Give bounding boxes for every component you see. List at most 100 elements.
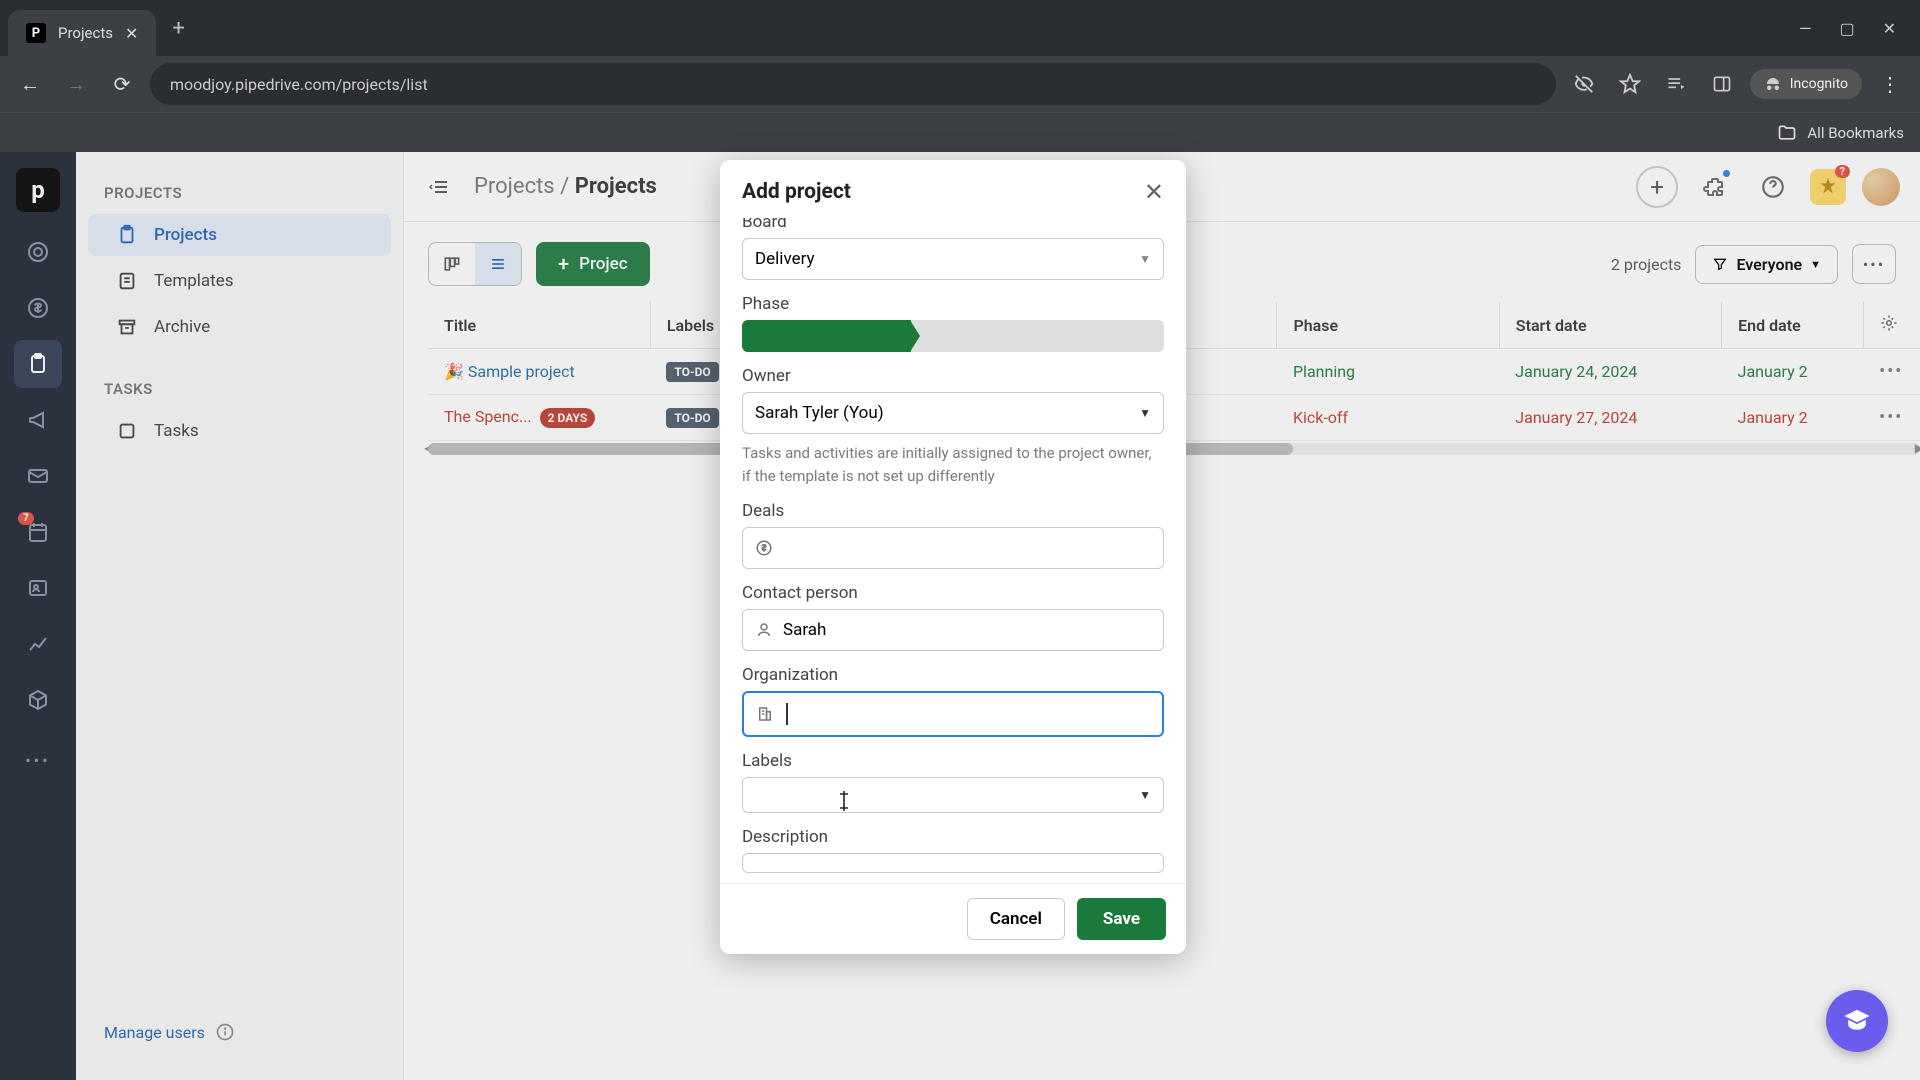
rail-projects-icon[interactable]: [14, 340, 62, 388]
field-labels: Labels ▼: [742, 751, 1164, 813]
tab-close-icon[interactable]: ✕: [125, 24, 138, 43]
rail-more-icon[interactable]: •••: [14, 736, 62, 784]
cancel-button[interactable]: Cancel: [967, 898, 1065, 940]
row-more-icon[interactable]: •••: [1879, 361, 1903, 382]
help-fab[interactable]: [1826, 990, 1888, 1052]
field-organization: Organization: [742, 665, 1164, 737]
rail-activities-icon[interactable]: 7: [14, 508, 62, 556]
view-list-icon[interactable]: [475, 243, 521, 285]
toolbar-more-button[interactable]: •••: [1852, 244, 1896, 284]
phase-text: Kick-off: [1293, 408, 1348, 427]
field-contact: Contact person: [742, 583, 1164, 651]
window-controls: — ▢ ✕: [1799, 19, 1920, 38]
window-close-icon[interactable]: ✕: [1883, 19, 1896, 38]
contact-label: Contact person: [742, 583, 1164, 603]
labels-select[interactable]: ▼: [742, 777, 1164, 813]
contact-text-input[interactable]: [783, 620, 1151, 640]
col-settings[interactable]: [1863, 302, 1920, 349]
organization-input[interactable]: [742, 691, 1164, 737]
incognito-chip[interactable]: Incognito: [1750, 69, 1862, 99]
breadcrumb-parent[interactable]: Projects: [474, 174, 555, 199]
phase-segment[interactable]: [1080, 320, 1164, 352]
deals-input[interactable]: [742, 527, 1164, 569]
col-phase[interactable]: Phase: [1277, 302, 1499, 349]
rail-products-icon[interactable]: [14, 676, 62, 724]
header-avatar[interactable]: [1862, 168, 1900, 206]
col-title[interactable]: Title: [428, 302, 650, 349]
phase-segment[interactable]: [995, 320, 1079, 352]
rail-campaigns-icon[interactable]: [14, 396, 62, 444]
phase-segment[interactable]: [911, 320, 995, 352]
archive-icon: [116, 316, 138, 338]
board-label: Board: [742, 218, 1164, 232]
rail-insights-icon[interactable]: [14, 620, 62, 668]
window-minimize-icon[interactable]: —: [1799, 19, 1812, 38]
phase-progress-bar[interactable]: [742, 320, 1164, 352]
field-board: Board Delivery ▼: [742, 218, 1164, 280]
browser-tab[interactable]: P Projects ✕: [8, 10, 156, 56]
sidebar-collapse-icon[interactable]: [424, 170, 458, 204]
board-select[interactable]: Delivery ▼: [742, 238, 1164, 280]
star-icon[interactable]: [1612, 66, 1648, 102]
field-phase: Phase: [742, 294, 1164, 352]
url-bar[interactable]: moodjoy.pipedrive.com/projects/list: [150, 63, 1556, 105]
eye-off-icon[interactable]: [1566, 66, 1602, 102]
phase-segment[interactable]: [826, 320, 910, 352]
contact-input[interactable]: [742, 609, 1164, 651]
chevron-down-icon: ▼: [1139, 788, 1151, 802]
breadcrumb-current: Projects: [575, 174, 657, 199]
phase-segment[interactable]: [742, 320, 826, 352]
col-start-date[interactable]: Start date: [1499, 302, 1721, 349]
deals-label: Deals: [742, 501, 1164, 521]
new-tab-button[interactable]: +: [156, 16, 200, 41]
template-icon: [116, 270, 138, 292]
save-button[interactable]: Save: [1077, 898, 1166, 940]
incognito-label: Incognito: [1790, 76, 1848, 92]
add-project-button[interactable]: + Projec: [536, 242, 650, 286]
sidebar-item-archive[interactable]: Archive: [88, 306, 391, 348]
modal-title: Add project: [742, 180, 851, 204]
header-promo-icon[interactable]: ?: [1810, 169, 1846, 205]
manage-users-link[interactable]: Manage users: [76, 1006, 403, 1058]
window-maximize-icon[interactable]: ▢: [1839, 19, 1854, 38]
rail-contacts-icon[interactable]: [14, 564, 62, 612]
modal-body[interactable]: Board Delivery ▼ Phase Owner Sarah Tyler…: [720, 218, 1186, 883]
row-more-icon[interactable]: •••: [1879, 407, 1903, 428]
app-logo[interactable]: p: [16, 168, 60, 212]
sidepanel-icon[interactable]: [1704, 66, 1740, 102]
menu-icon[interactable]: ⋮: [1872, 66, 1908, 102]
url-text: moodjoy.pipedrive.com/projects/list: [170, 75, 428, 94]
task-icon: [116, 420, 138, 442]
label-chip: TO-DO: [666, 408, 718, 428]
description-input[interactable]: [742, 853, 1164, 873]
header-extension-icon[interactable]: [1694, 166, 1736, 208]
view-board-icon[interactable]: [429, 243, 475, 285]
nav-reload-icon[interactable]: ⟳: [104, 66, 140, 102]
col-end-date[interactable]: End date: [1722, 302, 1863, 349]
sidebar-item-label: Projects: [154, 225, 217, 245]
playlist-icon[interactable]: [1658, 66, 1694, 102]
phase-text: Planning: [1293, 362, 1355, 381]
project-link[interactable]: Sample project: [468, 362, 575, 381]
project-link[interactable]: The Spenc...: [444, 407, 532, 426]
header-help-icon[interactable]: [1752, 166, 1794, 208]
rail-mail-icon[interactable]: [14, 452, 62, 500]
owner-select[interactable]: Sarah Tyler (You) ▼: [742, 392, 1164, 434]
sidebar-item-projects[interactable]: Projects: [88, 214, 391, 256]
deals-text-input[interactable]: [783, 538, 1151, 558]
rail-dollar-icon[interactable]: [14, 284, 62, 332]
all-bookmarks-button[interactable]: All Bookmarks: [1807, 124, 1904, 142]
sidebar-item-templates[interactable]: Templates: [88, 260, 391, 302]
nav-back-icon[interactable]: ←: [12, 66, 48, 102]
owner-help-text: Tasks and activities are initially assig…: [742, 442, 1164, 487]
browser-tab-strip: P Projects ✕ + — ▢ ✕: [0, 0, 1920, 56]
filter-everyone-button[interactable]: Everyone ▼: [1695, 245, 1838, 284]
person-icon: [755, 621, 773, 639]
start-date-text: January 27, 2024: [1515, 408, 1637, 427]
modal-close-icon[interactable]: ✕: [1144, 178, 1164, 206]
rail-target-icon[interactable]: [14, 228, 62, 276]
header-add-icon[interactable]: +: [1636, 166, 1678, 208]
sidebar-item-tasks[interactable]: Tasks: [88, 410, 391, 452]
funnel-icon: [1712, 256, 1728, 272]
organization-text-input[interactable]: [798, 704, 1150, 724]
